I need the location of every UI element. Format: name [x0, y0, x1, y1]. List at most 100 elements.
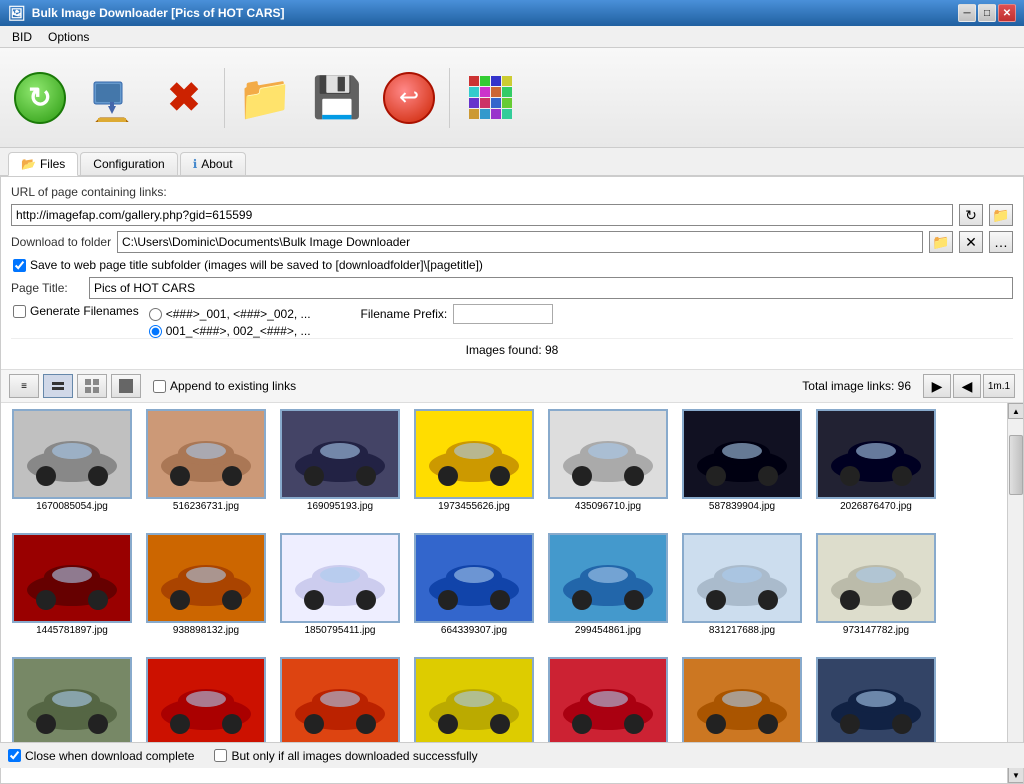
scroll-up-arrow[interactable]: ▲ [1008, 403, 1023, 419]
image-filename: 1973455626.jpg [438, 501, 510, 512]
image-filename: 1850795411.jpg [305, 625, 376, 636]
folder-yellow-icon: 📁 [238, 72, 293, 124]
but-only-checkbox[interactable] [214, 749, 227, 762]
download-blue-icon [86, 72, 138, 124]
but-only-label: But only if all images downloaded succes… [231, 749, 477, 763]
scrollbar-thumb[interactable] [1009, 435, 1023, 495]
image-cell[interactable]: 1850795411.jpg [275, 533, 405, 653]
minimize-button[interactable]: ─ [958, 4, 976, 22]
view-large-thumb-button[interactable] [111, 374, 141, 398]
image-filename: 587839904.jpg [709, 501, 775, 512]
radio-format-2[interactable] [149, 325, 162, 338]
toolbar: ✖ 📁 💾 ↩ [0, 48, 1024, 148]
scrollbar[interactable]: ▲ ▼ [1007, 403, 1023, 783]
circular-red-icon: ↩ [383, 72, 435, 124]
image-cell[interactable]: 973147782.jpg [811, 533, 941, 653]
url-folder-button[interactable]: 📁 [989, 204, 1013, 226]
back-button[interactable]: ◀ [953, 374, 981, 398]
form-area: URL of page containing links: ↻ 📁 Downlo… [1, 177, 1023, 370]
tab-about-label: About [201, 157, 232, 171]
status-bar: Close when download complete But only if… [0, 742, 1024, 768]
page-title-label: Page Title: [11, 281, 81, 295]
image-cell[interactable]: 587839904.jpg [677, 409, 807, 529]
save-button[interactable]: 💾 [305, 66, 369, 130]
action-buttons: ▶ ◀ 1m.1 [923, 374, 1015, 398]
image-filename: 831217688.jpg [709, 625, 775, 636]
prefix-area: Filename Prefix: [361, 304, 554, 324]
grid-config-button[interactable] [458, 66, 522, 130]
cancel-button[interactable]: ✖ [152, 66, 216, 130]
disk-blue-icon: 💾 [312, 74, 362, 121]
toolbar-separator-2 [449, 68, 450, 128]
view-small-thumb-button[interactable] [77, 374, 107, 398]
start-button[interactable] [8, 66, 72, 130]
generate-filenames-area: Generate Filenames <###>_001, <###>_002,… [11, 304, 1013, 338]
append-checkbox-area: Append to existing links [153, 379, 296, 393]
window-title: Bulk Image Downloader [Pics of HOT CARS] [32, 6, 285, 20]
image-cell[interactable]: 664339307.jpg [409, 533, 539, 653]
tab-files[interactable]: 📂 Files [8, 152, 78, 176]
main-content: URL of page containing links: ↻ 📁 Downlo… [0, 176, 1024, 784]
url-input[interactable] [11, 204, 953, 226]
image-cell[interactable]: 831217688.jpg [677, 533, 807, 653]
page-title-row: Page Title: [11, 277, 1013, 299]
image-filename: 1670085054.jpg [36, 501, 108, 512]
view-list-button[interactable] [43, 374, 73, 398]
view-list-detail-button[interactable]: ≡ [9, 374, 39, 398]
generate-filenames-checkbox[interactable] [13, 305, 26, 318]
radio-format-1[interactable] [149, 308, 162, 321]
images-found: Images found: 98 [11, 338, 1013, 361]
play-button[interactable]: ▶ [923, 374, 951, 398]
download-folder-clear-button[interactable]: ✕ [959, 231, 983, 253]
open-folder-button[interactable]: 📁 [233, 66, 297, 130]
title-bar: 🖼 Bulk Image Downloader [Pics of HOT CAR… [0, 0, 1024, 26]
tab-about[interactable]: ℹ About [180, 152, 246, 175]
total-image-links: Total image links: 96 [802, 379, 911, 393]
menu-options[interactable]: Options [40, 28, 97, 46]
image-grid-container: 1670085054.jpg 516236731.jpg169095193.jpg… [1, 403, 1023, 783]
download-folder-dots-button[interactable]: … [989, 231, 1013, 253]
menu-bid[interactable]: BID [4, 28, 40, 46]
append-checkbox[interactable] [153, 380, 166, 393]
menu-bar: BID Options [0, 26, 1024, 48]
radio-item-1: <###>_001, <###>_002, ... [149, 304, 311, 324]
image-cell[interactable]: 1973455626.jpg [409, 409, 539, 529]
image-toolbar: ≡ Append to existing links Total image l… [1, 370, 1023, 403]
close-complete-area: Close when download complete [8, 749, 194, 763]
image-cell[interactable]: 435096710.jpg [543, 409, 673, 529]
image-cell[interactable]: 2026876470.jpg [811, 409, 941, 529]
counter-button[interactable]: 1m.1 [983, 374, 1015, 398]
subfolder-label: Save to web page title subfolder (images… [30, 258, 483, 272]
url-row: URL of page containing links: [11, 185, 1013, 199]
subfolder-checkbox-row: Save to web page title subfolder (images… [11, 258, 1013, 272]
revert-button[interactable]: ↩ [377, 66, 441, 130]
title-bar-left: 🖼 Bulk Image Downloader [Pics of HOT CAR… [8, 5, 284, 22]
download-label: Download to folder [11, 235, 111, 249]
close-button[interactable]: ✕ [998, 4, 1016, 22]
image-cell[interactable]: 1670085054.jpg [7, 409, 137, 529]
radio-group: <###>_001, <###>_002, ... Filename Prefi… [149, 304, 1013, 324]
filename-prefix-input[interactable] [453, 304, 553, 324]
url-refresh-button[interactable]: ↻ [959, 204, 983, 226]
image-grid: 1670085054.jpg 516236731.jpg169095193.jpg… [1, 403, 1007, 783]
filename-prefix-label: Filename Prefix: [361, 307, 448, 321]
refresh-green-icon [14, 72, 66, 124]
page-title-input[interactable] [89, 277, 1013, 299]
image-cell[interactable]: 516236731.jpg [141, 409, 271, 529]
image-cell[interactable]: 938898132.jpg [141, 533, 271, 653]
download-button[interactable] [80, 66, 144, 130]
download-folder-input[interactable] [117, 231, 923, 253]
subfolder-checkbox[interactable] [13, 259, 26, 272]
tab-files-label: Files [40, 157, 65, 171]
download-folder-browse-button[interactable]: 📁 [929, 231, 953, 253]
image-cell[interactable]: 169095193.jpg [275, 409, 405, 529]
tab-configuration[interactable]: Configuration [80, 152, 177, 175]
toolbar-separator [224, 68, 225, 128]
maximize-button[interactable]: □ [978, 4, 996, 22]
close-complete-checkbox[interactable] [8, 749, 21, 762]
info-icon: ℹ [193, 157, 198, 171]
scroll-down-arrow[interactable]: ▼ [1008, 767, 1023, 783]
image-cell[interactable]: 1445781897.jpg [7, 533, 137, 653]
image-cell[interactable]: 299454861.jpg [543, 533, 673, 653]
images-found-text: Images found: 98 [466, 343, 559, 357]
